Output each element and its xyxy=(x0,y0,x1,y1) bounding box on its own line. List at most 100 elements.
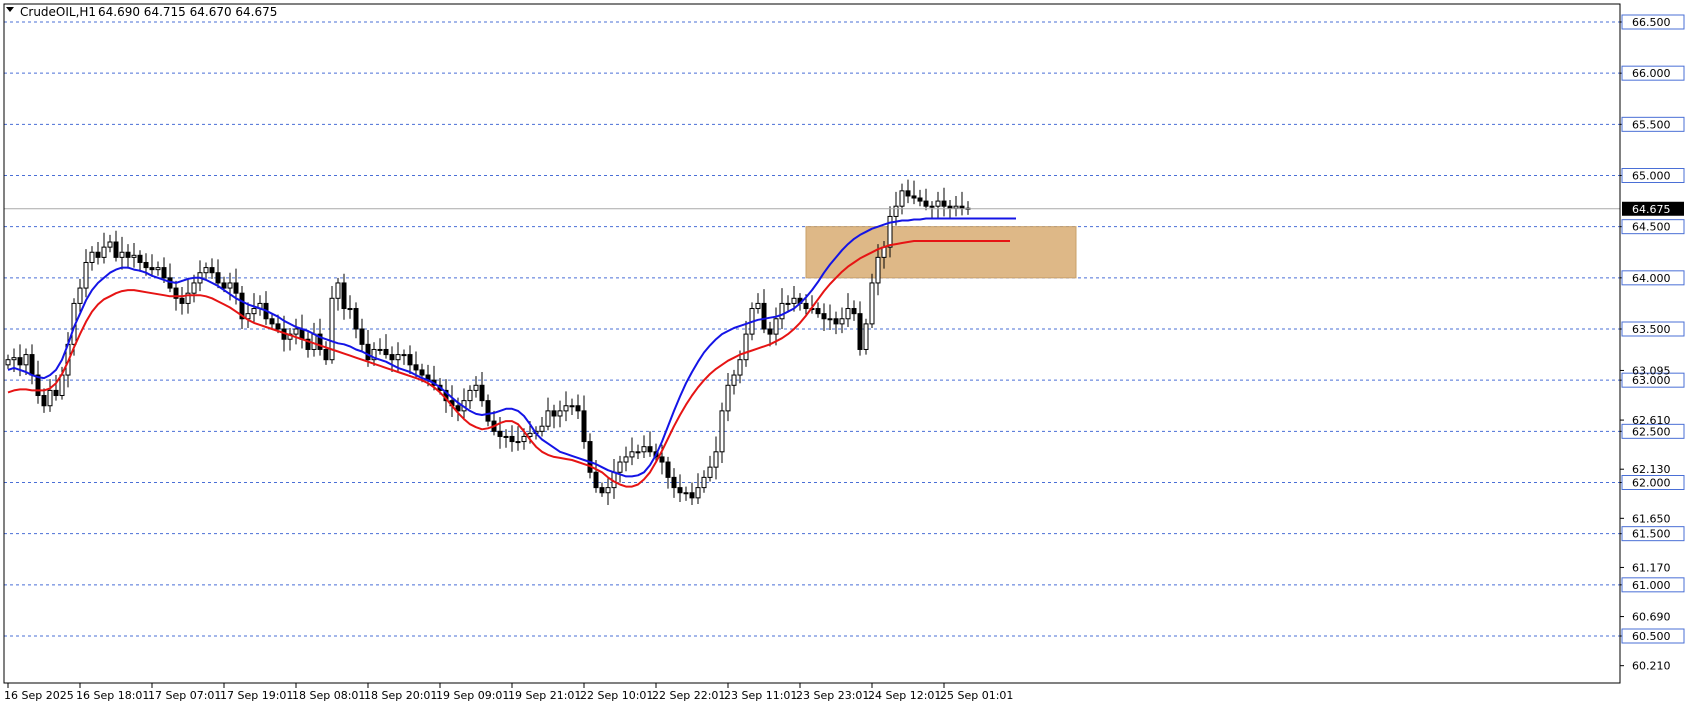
price-tick-label: 61.500 xyxy=(1632,528,1671,541)
candle-body-bear xyxy=(233,282,239,294)
price-tick-label: 61.650 xyxy=(1632,512,1671,525)
candle-body-bull xyxy=(755,302,761,310)
candle-body-bull xyxy=(191,282,197,294)
candle-body-bull xyxy=(101,246,107,258)
candle-body-bear xyxy=(671,476,677,489)
price-tick-label: 62.130 xyxy=(1632,463,1671,476)
candle-body-bull xyxy=(605,487,611,494)
time-tick-label: 18 Sep 08:01 xyxy=(292,689,365,702)
candle-body-bear xyxy=(149,267,155,271)
candle xyxy=(863,318,869,355)
candle-body-bull xyxy=(545,410,551,427)
time-tick-label: 19 Sep 09:01 xyxy=(436,689,509,702)
candle-body-bear xyxy=(125,251,131,258)
time-tick-label: 22 Sep 10:01 xyxy=(580,689,653,702)
candle-body-bull xyxy=(5,359,11,366)
candle-body-bear xyxy=(407,354,413,366)
candle-body-bear xyxy=(917,197,923,202)
candle-body-bull xyxy=(953,205,959,209)
candle-body-bull xyxy=(119,251,125,258)
candle-body-bull xyxy=(617,461,623,473)
candle-body-bull xyxy=(59,374,65,397)
candle-body-bull xyxy=(773,318,779,335)
candle-body-bear xyxy=(323,348,329,361)
candle-body-bull xyxy=(395,354,401,361)
time-tick-label: 24 Sep 12:01 xyxy=(868,689,941,702)
candle-body-bear xyxy=(947,205,953,209)
candle-body-bull xyxy=(707,466,713,478)
candle-body-bear xyxy=(593,471,599,489)
ohlc-values: 64.690 64.715 64.670 64.675 xyxy=(98,5,277,19)
price-tick-label: 64.500 xyxy=(1632,221,1671,234)
candle-body-bull xyxy=(737,359,743,376)
price-tick-label: 65.000 xyxy=(1632,170,1671,183)
price-tick-label: 63.095 xyxy=(1632,364,1671,377)
candlestick-chart[interactable]: 64.675 66.500 66.000 65.500 65.000 64.500 64.… xyxy=(0,0,1686,706)
candle-body-bull xyxy=(713,451,719,468)
price-tick-label: 64.000 xyxy=(1632,272,1671,285)
candle-body-bull xyxy=(83,261,89,289)
candle-body-bear xyxy=(383,348,389,356)
price-tick-label: 66.500 xyxy=(1632,16,1671,29)
candle-body-bull xyxy=(623,456,629,463)
candle-body-bull xyxy=(107,241,113,248)
candle-body-bear xyxy=(413,364,419,371)
candle-body-bull xyxy=(725,384,731,412)
candle-body-bear xyxy=(137,254,143,263)
candle-body-bull xyxy=(47,389,53,407)
candle-body-bear xyxy=(803,302,809,310)
candle-body-bear xyxy=(341,282,347,310)
candle-body-bear xyxy=(851,308,857,315)
candle-body-bull xyxy=(539,425,545,432)
symbol-label: CrudeOIL,H1 xyxy=(20,5,96,19)
candle-body-bull xyxy=(131,254,137,258)
candle-body-bear xyxy=(221,282,227,289)
candle-body-bull xyxy=(719,410,725,453)
candle-body-bull xyxy=(155,267,161,271)
candle-body-bear xyxy=(575,405,581,412)
candle-body-bull xyxy=(887,215,893,248)
candle-body-bear xyxy=(941,200,947,207)
candle-body-bear xyxy=(905,190,911,197)
candle-body-bear xyxy=(689,492,695,499)
candle-body-bull xyxy=(377,348,383,351)
candle-body-bull xyxy=(791,297,797,304)
candle-body-bull xyxy=(731,374,737,386)
candle-body-bull xyxy=(641,446,647,453)
candle-body-bull xyxy=(743,333,749,361)
candle-body-bull xyxy=(569,405,575,408)
candle-body-bull xyxy=(863,323,869,350)
candle-body-bear xyxy=(53,389,59,397)
candle-body-bear xyxy=(479,384,485,402)
candle-body-bull xyxy=(503,435,509,438)
candle-body-bull xyxy=(875,256,881,284)
candle-body-bull xyxy=(401,354,407,357)
candle-body-bull xyxy=(203,267,209,274)
candle-body-bull xyxy=(635,451,641,454)
supply-zone xyxy=(805,226,1077,279)
candle-body-bull xyxy=(785,302,791,305)
price-tick-label: 62.500 xyxy=(1632,425,1671,438)
price-tick-label: 61.170 xyxy=(1632,561,1671,574)
candle-body-bear xyxy=(485,400,491,422)
candle-body-bull xyxy=(827,318,833,321)
time-tick-label: 22 Sep 22:01 xyxy=(652,689,725,702)
candle-body-bull xyxy=(881,246,887,258)
price-tick-label: 65.500 xyxy=(1632,118,1671,131)
candle-body-bull xyxy=(929,205,935,208)
candle-body-bear xyxy=(821,313,827,320)
candle-body-bull xyxy=(293,328,299,335)
candle-body-bull xyxy=(893,205,899,217)
candle-body-bear xyxy=(269,318,275,325)
time-tick-label: 23 Sep 11:01 xyxy=(724,689,797,702)
candle-body-bear xyxy=(857,313,863,350)
candle-body-bull xyxy=(563,405,569,412)
chart-window[interactable]: 64.675 66.500 66.000 65.500 65.000 64.500 64.… xyxy=(0,0,1686,706)
candle-body-bull xyxy=(335,282,341,299)
candle-body-bear xyxy=(419,369,425,376)
candle-body-bull xyxy=(701,476,707,489)
candle-body-bear xyxy=(113,241,119,258)
candle-body-bull xyxy=(521,435,527,443)
candle-body-bear xyxy=(143,261,149,269)
candle-body-bull xyxy=(845,308,851,320)
